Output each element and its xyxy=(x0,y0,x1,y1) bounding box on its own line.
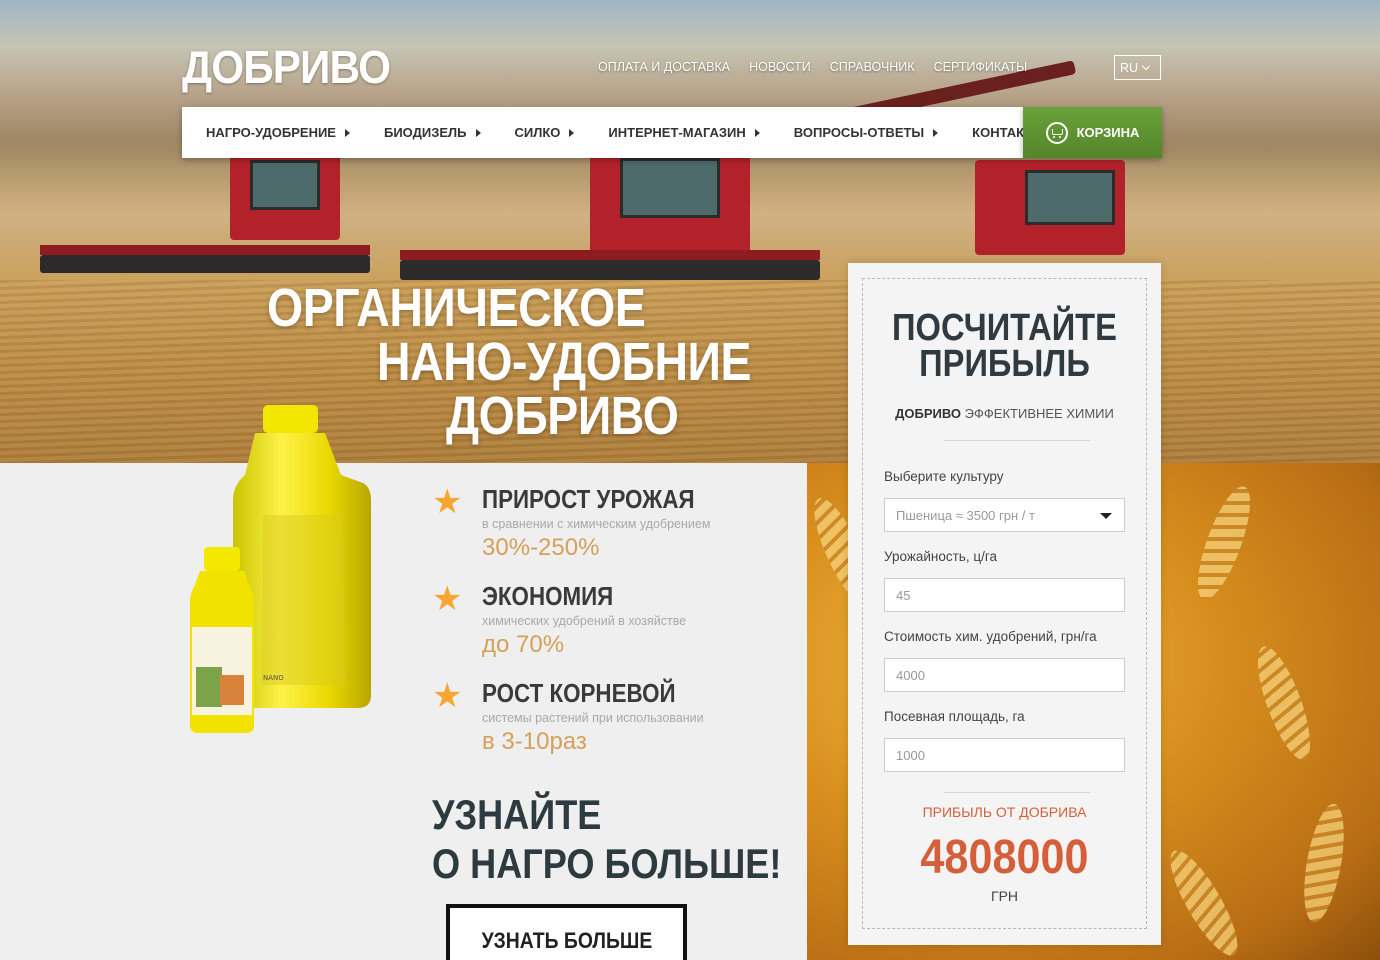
calc-subtitle-brand: ДОБРИВО xyxy=(895,406,962,421)
cost-label: Стоимость хим. удобрений, грн/га xyxy=(884,629,1097,644)
top-links: ОПЛАТА И ДОСТАВКА НОВОСТИ СПРАВОЧНИК СЕР… xyxy=(598,60,1027,74)
cart-icon xyxy=(1045,121,1068,144)
calc-subtitle: ДОБРИВО ЭФФЕКТИВНЕЕ ХИМИИ xyxy=(848,406,1161,421)
benefit-title: ПРИРОСТ УРОЖАЯ xyxy=(482,484,695,514)
yield-label: Урожайность, ц/га xyxy=(884,549,997,564)
nav-item-label: СИЛКО xyxy=(514,125,561,140)
yield-input[interactable]: 45 xyxy=(884,578,1125,612)
site-logo[interactable]: ДОБРИВО xyxy=(182,40,391,94)
top-link-reference[interactable]: СПРАВОЧНИК xyxy=(830,60,915,74)
harvester-image-center xyxy=(400,150,820,285)
divider xyxy=(944,792,1090,793)
profit-value: 4808000 xyxy=(920,831,1089,884)
benefit-subtitle: системы растений при использовании xyxy=(482,711,704,725)
area-label: Посевная площадь, га xyxy=(884,709,1025,724)
learn-more-label: УЗНАТЬ БОЛЬШЕ xyxy=(481,928,652,953)
calc-title-line-2: ПРИБЫЛЬ xyxy=(919,343,1090,385)
hero-title-line-1: ОРГАНИЧЕСКОЕ xyxy=(267,278,646,338)
nav-item-label: НАГРО-УДОБРЕНИЕ xyxy=(206,125,336,140)
top-link-payment[interactable]: ОПЛАТА И ДОСТАВКА xyxy=(598,60,730,74)
benefit-value: 30%-250% xyxy=(482,534,600,561)
nav-item-faq[interactable]: ВОПРОСЫ-ОТВЕТЫ xyxy=(793,125,939,140)
harvester-image-right xyxy=(975,150,1175,270)
nav-item-label: ВОПРОСЫ-ОТВЕТЫ xyxy=(793,125,925,140)
top-link-news[interactable]: НОВОСТИ xyxy=(749,60,811,74)
nav-item-label: БИОДИЗЕЛЬ xyxy=(383,125,467,140)
calc-title-line-1: ПОСЧИТАЙТЕ xyxy=(892,307,1117,349)
hero-title-line-2: НАНО-УДОБНИЕ xyxy=(377,332,752,392)
profit-label: ПРИБЫЛЬ ОТ ДОБРИВА xyxy=(922,804,1087,820)
star-icon: ★ xyxy=(432,580,463,618)
nav-item-shop[interactable]: ИНТЕРНЕТ-МАГАЗИН xyxy=(608,125,760,140)
nav-item-label: ИНТЕРНЕТ-МАГАЗИН xyxy=(608,125,746,140)
language-select[interactable]: RU xyxy=(1114,55,1161,80)
calc-subtitle-text: ЭФФЕКТИВНЕЕ ХИМИИ xyxy=(961,406,1114,421)
benefit-title: ЭКОНОМИЯ xyxy=(482,581,614,611)
product-bottle-small xyxy=(190,547,254,733)
benefit-title: РОСТ КОРНЕВОЙ xyxy=(482,678,676,708)
cart-button[interactable]: КОРЗИНА xyxy=(1023,107,1162,158)
benefit-value: в 3-10раз xyxy=(482,728,587,755)
cta-title-line-1: УЗНАЙТЕ xyxy=(432,791,602,838)
profit-unit: ГРН xyxy=(990,888,1019,904)
harvester-image-left xyxy=(40,150,370,280)
culture-select-value: Пшеница ≈ 3500 грн / т xyxy=(896,507,1035,523)
nav-arrow-icon xyxy=(569,128,575,137)
chevron-down-icon xyxy=(1141,61,1151,71)
nav-arrow-icon xyxy=(344,128,350,137)
area-input[interactable]: 1000 xyxy=(884,738,1125,772)
nav-item-silko[interactable]: СИЛКО xyxy=(515,125,575,140)
benefit-subtitle: химических удобрений в хозяйстве xyxy=(482,614,687,628)
star-icon: ★ xyxy=(432,483,463,521)
nav-item-biodiesel[interactable]: БИОДИЗЕЛЬ xyxy=(384,125,481,140)
dropdown-caret-icon xyxy=(1100,513,1112,519)
star-icon: ★ xyxy=(432,677,463,715)
cart-label: КОРЗИНА xyxy=(1076,125,1140,140)
cta-title-line-2: О НАГРО БОЛЬШЕ! xyxy=(432,840,782,887)
nav-item-nagro[interactable]: НАГРО-УДОБРЕНИЕ xyxy=(206,125,350,140)
divider xyxy=(944,440,1090,441)
svg-text:NANO: NANO xyxy=(263,674,284,682)
nav-arrow-icon xyxy=(475,128,481,137)
top-link-certificates[interactable]: СЕРТИФИКАТЫ xyxy=(934,60,1028,74)
language-label: RU xyxy=(1120,60,1139,75)
learn-more-button[interactable]: УЗНАТЬ БОЛЬШЕ xyxy=(446,904,687,960)
culture-select[interactable]: Пшеница ≈ 3500 грн / т xyxy=(884,498,1125,532)
nav-arrow-icon xyxy=(933,128,939,137)
benefit-subtitle: в сравнении с химическим удобрением xyxy=(482,517,711,531)
main-navigation: НАГРО-УДОБРЕНИЕ БИОДИЗЕЛЬ СИЛКО ИНТЕРНЕТ… xyxy=(182,107,1060,158)
benefit-value: до 70% xyxy=(482,631,565,658)
culture-label: Выберите культуру xyxy=(884,469,1004,484)
cost-input[interactable]: 4000 xyxy=(884,658,1125,692)
hero-title-line-3: ДОБРИВО xyxy=(446,386,679,446)
nav-arrow-icon xyxy=(754,128,760,137)
